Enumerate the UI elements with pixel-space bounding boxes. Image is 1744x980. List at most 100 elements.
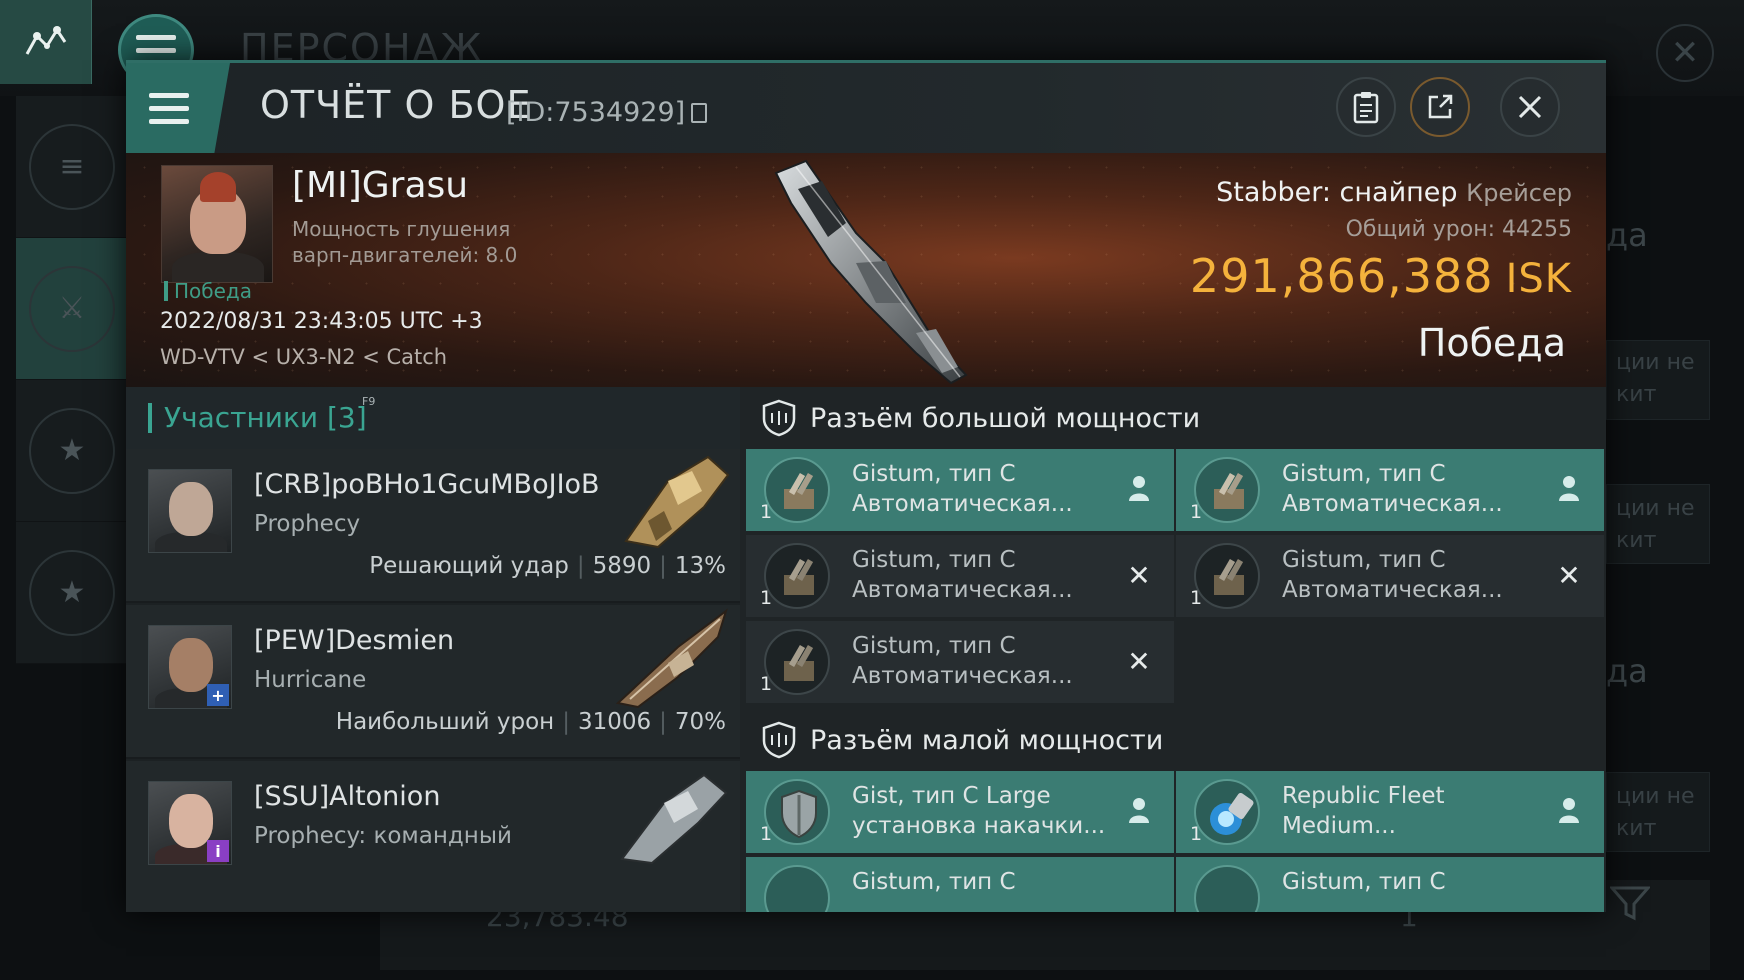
- bg-fragment: ции не: [1616, 496, 1695, 521]
- dialog-title: ОТЧЁТ О БОЕ: [260, 83, 532, 127]
- participant-ship: Prophecy: командный: [254, 823, 512, 849]
- module-item[interactable]: 1 Gistum, тип C Автоматическая... ✕: [746, 621, 1174, 703]
- bg-fragment: кит: [1616, 382, 1657, 407]
- low-slots-header: Разъём малой мощности: [740, 709, 1606, 771]
- module-name: Gist, тип C Large: [852, 783, 1051, 809]
- kill-datetime: 2022/08/31 23:43:05 UTC +3: [160, 309, 483, 334]
- isk-value: 291,866,388 ISK: [1190, 249, 1572, 303]
- copy-icon[interactable]: [691, 103, 708, 123]
- module-name: Gistum, тип C: [852, 547, 1016, 573]
- low-slots-title: Разъём малой мощности: [810, 725, 1164, 756]
- participants-panel: Участники [3] F9 [CRB]poBHo1GcuMBoJIoB P…: [126, 387, 740, 912]
- participant-avatar[interactable]: [148, 469, 232, 553]
- module-qty: 1: [1190, 823, 1203, 845]
- module-qty: 1: [1190, 587, 1203, 609]
- dialog-menu-button[interactable]: [126, 63, 230, 153]
- module-item[interactable]: 1 Republic Fleet Medium...: [1176, 771, 1604, 853]
- participant-row[interactable]: i [SSU]Altonion Prophecy: командный: [126, 761, 740, 912]
- module-name: Gistum, тип C: [1282, 869, 1446, 895]
- participant-damage: 5890: [592, 553, 652, 579]
- participant-name: [SSU]Altonion: [254, 781, 441, 812]
- background-side-rail: ≡ ⚔ ★ ★: [16, 96, 128, 664]
- participant-role: Решающий удар: [369, 553, 569, 579]
- participant-damage: 31006: [577, 709, 652, 735]
- participant-ship-image: [624, 455, 730, 549]
- bg-fragment: ции не: [1616, 784, 1695, 809]
- participant-row[interactable]: + [PEW]Desmien Hurricane Наибольший урон…: [126, 605, 740, 759]
- module-type: Автоматическая...: [852, 663, 1073, 689]
- menu-icon: [149, 92, 189, 124]
- pilot-icon: [1556, 475, 1582, 505]
- module-item[interactable]: 1 Gistum, тип C Автоматическая...: [746, 449, 1174, 531]
- bg-fragment: ции не: [1616, 350, 1695, 375]
- module-qty: 1: [760, 587, 773, 609]
- armor-plate-icon: [764, 779, 830, 845]
- high-slots-header: Разъём большой мощности: [740, 387, 1606, 449]
- starmap-button[interactable]: [0, 0, 92, 84]
- module-name: Gistum, тип C: [1282, 547, 1446, 573]
- victim-stat: варп-двигателей: 8.0: [292, 243, 518, 267]
- victim-name[interactable]: [MI]Grasu: [292, 165, 468, 206]
- module-item[interactable]: 1 Gistum, тип C Автоматическая...: [1176, 449, 1604, 531]
- filter-icon[interactable]: [1608, 886, 1652, 931]
- shield-booster-icon: [1194, 779, 1260, 845]
- module-item[interactable]: 1 Gist, тип C Large установка накачки...: [746, 771, 1174, 853]
- participant-avatar[interactable]: +: [148, 625, 232, 709]
- total-damage: Общий урон: 44255: [1346, 217, 1572, 242]
- module-name: Gistum, тип C: [852, 869, 1016, 895]
- participant-stats: Решающий удар | 5890 | 13%: [369, 553, 726, 579]
- outcome-label: Победа: [1417, 321, 1566, 365]
- total-damage-value: 44255: [1502, 217, 1572, 242]
- participant-ship-image: [620, 773, 728, 865]
- result-tag: Победа: [164, 281, 252, 301]
- star-icon: ★: [58, 575, 86, 610]
- destroyed-x-icon: ✕: [1127, 559, 1151, 592]
- module-item[interactable]: 1 Gistum, тип C Автоматическая... ✕: [746, 535, 1174, 617]
- participant-role: Наибольший урон: [335, 709, 555, 735]
- rail-item-menu[interactable]: ≡: [16, 96, 128, 238]
- rail-item-combat[interactable]: ⚔: [16, 238, 128, 380]
- isk-amount: 291,866,388: [1189, 249, 1494, 303]
- autocannon-icon: [1194, 457, 1260, 523]
- shield-icon: [762, 399, 796, 437]
- rail-item-star[interactable]: ★: [16, 380, 128, 522]
- bg-fragment: да: [1606, 216, 1648, 254]
- report-id-text: [ID:7534929]: [506, 97, 686, 128]
- participant-row[interactable]: [CRB]poBHo1GcuMBoJIoB Prophecy Решающий …: [126, 449, 740, 603]
- clipboard-button[interactable]: [1336, 77, 1396, 137]
- bg-fragment: кит: [1616, 528, 1657, 553]
- dialog-header: ОТЧЁТ О БОЕ [ID:7534929]: [126, 63, 1606, 153]
- victim-ship-image: [774, 159, 968, 385]
- report-id[interactable]: [ID:7534929]: [506, 97, 708, 128]
- module-item[interactable]: Gistum, тип C: [1176, 857, 1604, 912]
- participants-header[interactable]: Участники [3] F9: [126, 387, 740, 449]
- module-type: Автоматическая...: [852, 577, 1073, 603]
- module-item[interactable]: 1 Gistum, тип C Автоматическая... ✕: [1176, 535, 1604, 617]
- battle-report-dialog: ОТЧЁТ О БОЕ [ID:7534929] [MI]Grasu Мощно…: [126, 60, 1606, 912]
- background-right-panel: да ции не кит ции не кит да ции не кит: [1606, 96, 1744, 956]
- module-item[interactable]: Gistum, тип C: [746, 857, 1174, 912]
- hotkey-badge: F9: [362, 395, 376, 408]
- victim-portrait[interactable]: [161, 165, 273, 283]
- participant-name: [CRB]poBHo1GcuMBoJIoB: [254, 469, 600, 500]
- module-qty: 1: [760, 501, 773, 523]
- victim-ship-class: Крейсер: [1466, 179, 1572, 207]
- autocannon-icon: [764, 457, 830, 523]
- share-button[interactable]: [1410, 77, 1470, 137]
- participant-stats: Наибольший урон | 31006 | 70%: [335, 709, 726, 735]
- bg-fragment: кит: [1616, 816, 1657, 841]
- autocannon-icon: [1194, 543, 1260, 609]
- background-close-button[interactable]: ✕: [1656, 24, 1714, 82]
- crossed-swords-icon: ⚔: [58, 291, 86, 326]
- pilot-icon: [1126, 797, 1152, 827]
- kill-location[interactable]: WD-VTV < UX3-N2 < Catch: [160, 345, 447, 369]
- close-button[interactable]: [1500, 77, 1560, 137]
- map-icon: [25, 26, 66, 55]
- rail-item-star-2[interactable]: ★: [16, 522, 128, 664]
- high-slots-title: Разъём большой мощности: [810, 403, 1201, 434]
- participant-ship-image: [615, 608, 728, 709]
- victim-ship[interactable]: Stabber: снайпер Крейсер: [1216, 177, 1572, 208]
- info-badge-icon: i: [207, 840, 229, 862]
- shield-icon: [762, 721, 796, 759]
- participant-avatar[interactable]: i: [148, 781, 232, 865]
